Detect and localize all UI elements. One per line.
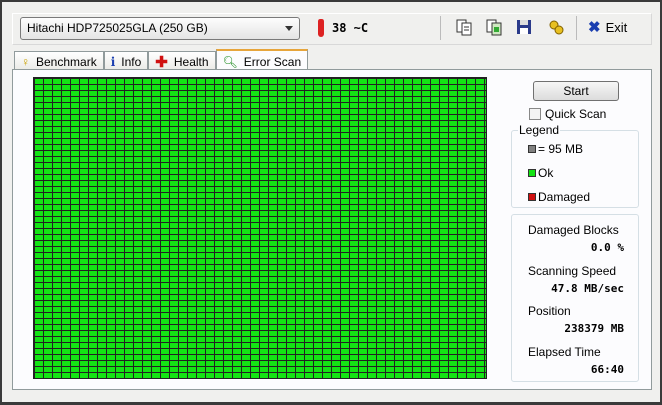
drive-select[interactable]: Hitachi HDP725025GLA (250 GB) [20,17,300,40]
exit-button[interactable]: ✖ Exit [588,18,627,36]
legend: Legend = 95 MB Ok Damaged [511,123,639,208]
drive-select-value: Hitachi HDP725025GLA (250 GB) [27,21,208,35]
divider [576,16,577,40]
legend-title: Legend [518,123,561,137]
tab-label: Benchmark [36,55,97,69]
position-value: 238379 MB [564,322,624,335]
options-icon[interactable] [547,18,565,36]
thermometer-icon [318,19,324,37]
tab-label: Health [173,55,209,69]
temperature: 38 ~C [318,19,368,37]
info-icon: i [110,55,116,69]
legend-label: Ok [538,166,554,180]
error-scan-panel: Start Quick Scan Legend = 95 MB Ok Damag… [12,69,652,390]
position-label: Position [528,304,571,318]
lightbulb-icon: ♀ [21,55,30,69]
legend-label: = 95 MB [538,142,584,156]
save-icon[interactable] [515,18,533,36]
scanning-speed-value: 47.8 MB/sec [551,282,624,295]
scanning-speed-label: Scanning Speed [528,264,617,278]
temperature-value: 38 ~C [332,21,369,35]
divider [440,16,441,40]
scan-stats: Damaged Blocks 0.0 % Scanning Speed 47.8… [511,214,639,382]
quick-scan-checkbox[interactable]: Quick Scan [529,107,606,121]
legend-label: Damaged [538,190,591,204]
red-swatch-icon [528,193,536,201]
checkbox-box[interactable] [529,108,541,120]
magnifier-icon: 🔍︎ [222,55,238,69]
copy-image-icon[interactable] [485,18,503,36]
green-swatch-icon [528,169,536,177]
elapsed-time-value: 66:40 [590,363,624,376]
copy-icon[interactable] [455,18,473,36]
start-button[interactable]: Start [533,81,619,101]
legend-ok: Ok [528,166,553,180]
tab-label: Error Scan [243,55,302,69]
quick-scan-label: Quick Scan [545,107,607,121]
damaged-blocks-value: 0.0 % [590,241,624,254]
legend-block-size: = 95 MB [528,142,583,156]
exit-label: Exit [605,19,628,35]
elapsed-time-label: Elapsed Time [528,345,601,359]
close-icon: ✖ [588,19,601,36]
chevron-down-icon [285,26,293,35]
gray-swatch-icon [528,145,536,153]
scan-block-map [33,77,487,379]
damaged-blocks-label: Damaged Blocks [528,223,619,237]
legend-damaged: Damaged [528,190,590,204]
tab-label: Info [121,55,142,69]
